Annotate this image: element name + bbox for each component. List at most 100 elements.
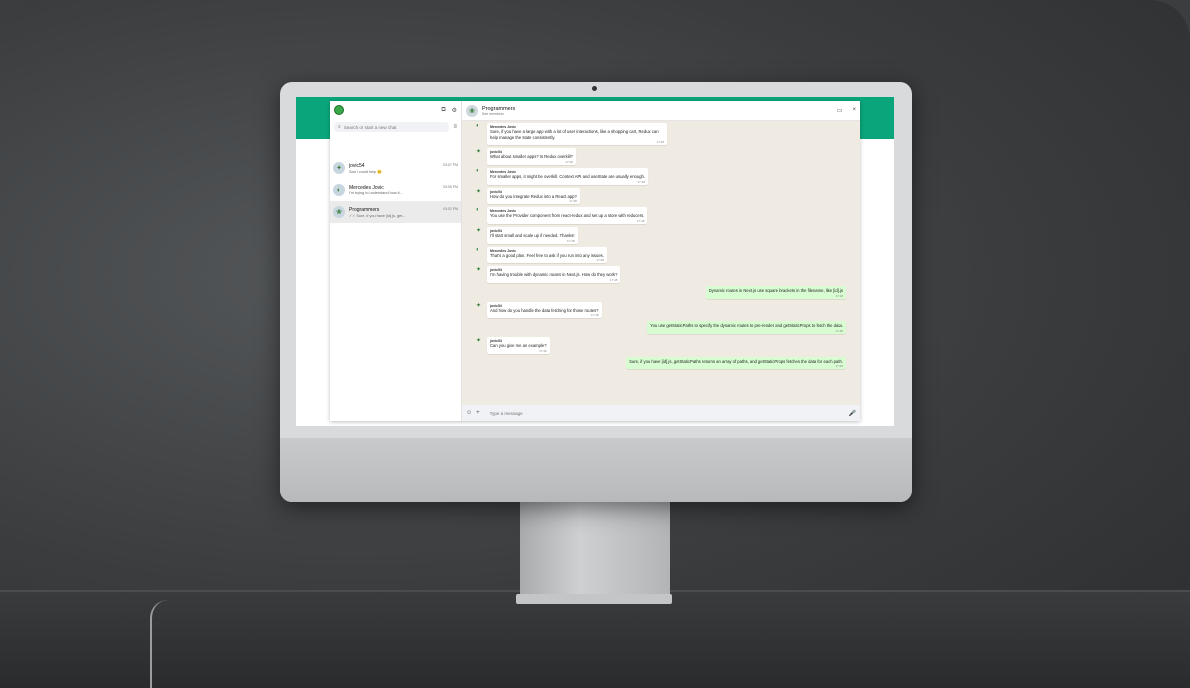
monitor-foot: [516, 594, 672, 604]
message-text: Sure, if you have a large app with a lot…: [490, 129, 659, 140]
shelf: [0, 590, 1190, 688]
screen: ⧉ ⚙ ⌕ ≡ ✦ jovic54 03:07 PM: [296, 97, 894, 426]
sender-avatar-icon[interactable]: ◐: [476, 207, 484, 215]
message-row: ✦ jovic54 How do you integrate Redux into …: [476, 187, 846, 205]
message-text: And how do you handle the data fetching …: [490, 307, 599, 313]
message-row: ✦ jovic54 And how do you handle the data f…: [476, 301, 846, 319]
sender-avatar-icon[interactable]: ✦: [476, 302, 484, 310]
message-time: 17:48: [596, 258, 604, 263]
message-text: Sure, if you have [id].js, getStaticPath…: [629, 358, 843, 364]
menu-icon[interactable]: ⚙: [452, 107, 457, 114]
message-text: For smaller apps, it might be overkill. …: [490, 174, 646, 180]
message-text: Can you give me an example?: [490, 343, 547, 349]
avatar: ◐: [333, 184, 345, 196]
message-time: 17:48: [590, 313, 599, 318]
message-input[interactable]: [483, 408, 845, 418]
emoji-icon[interactable]: ☺: [466, 410, 472, 416]
chat-item-programmers[interactable]: ❀ Programmers 03:02 PM ✓✓ Sure, if you h…: [330, 201, 461, 223]
sender-avatar-icon[interactable]: ✦: [476, 227, 484, 235]
message-row: ◐ Mercedes Jovic For smaller apps, it migh…: [476, 168, 846, 185]
search-row: ⌕ ≡: [330, 119, 461, 135]
message-time: 17:48: [835, 329, 843, 334]
sender-avatar-icon[interactable]: ◐: [476, 168, 484, 176]
message-bubble[interactable]: Mercedes Jovic Sure, if you have a large …: [487, 123, 667, 146]
search-icon: ⌕: [338, 124, 341, 130]
search-input[interactable]: [343, 124, 434, 130]
message-list: ◐ Mercedes Jovic Sure, if you have a large…: [462, 121, 860, 405]
monitor-stand: [520, 502, 670, 594]
microphone-icon[interactable]: 🎤: [849, 410, 856, 417]
message-row: ✦ jovic54 Can you give me an example? 17:48: [476, 337, 846, 354]
conversation-panel: ❀ Programmers See members ▭ × ◐ Mercedes …: [462, 101, 860, 421]
message-time: 17:48: [637, 179, 646, 184]
chat-time: 03:05 PM: [443, 185, 458, 189]
message-bubble[interactable]: jovic54 What about smaller apps? Is Redux…: [487, 148, 576, 166]
message-time: 17:48: [609, 278, 618, 283]
chat-preview: Sad I could help 😊: [349, 169, 383, 174]
message-time: 17:48: [569, 199, 577, 204]
message-time: 17:48: [565, 160, 573, 165]
filter-icon[interactable]: ≡: [453, 124, 457, 130]
sender-avatar-icon[interactable]: ✦: [476, 188, 484, 196]
message-text: You use getStaticPaths to specify the dy…: [650, 323, 843, 329]
message-row: ◐ Mercedes Jovic You use the Provider comp…: [476, 207, 846, 225]
chat-time: 03:07 PM: [443, 162, 458, 167]
sidebar: ⧉ ⚙ ⌕ ≡ ✦ jovic54 03:07 PM: [330, 101, 462, 421]
chat-preview: I'm trying to understand how it...: [349, 191, 403, 195]
sidebar-header: ⧉ ⚙: [330, 101, 461, 119]
message-time: 17:48: [539, 348, 547, 353]
avatar: ❀: [333, 206, 345, 218]
chat-app-window: ⧉ ⚙ ⌕ ≡ ✦ jovic54 03:07 PM: [330, 101, 860, 421]
conversation-header[interactable]: ❀ Programmers See members ▭ ×: [462, 101, 860, 121]
sender-avatar-icon[interactable]: ✦: [476, 266, 484, 274]
message-bubble[interactable]: You use getStaticPaths to specify the dy…: [647, 321, 846, 335]
message-bubble[interactable]: Mercedes Jovic For smaller apps, it might…: [487, 168, 649, 185]
message-bubble[interactable]: jovic54 I'm having trouble with dynamic r…: [487, 266, 621, 284]
message-text: What about smaller apps? Is Redux overki…: [490, 154, 573, 160]
chat-item-mercedes-jovic[interactable]: ◐ Mercedes Jovic 03:05 PM I'm trying to …: [330, 179, 461, 201]
message-text: How do you integrate Redux into a React …: [490, 193, 577, 199]
sender-avatar-icon[interactable]: ✦: [476, 337, 484, 345]
sender-avatar-icon[interactable]: ✦: [476, 148, 484, 156]
message-text: Dynamic routes in Next.js use square bra…: [708, 288, 843, 294]
message-bubble[interactable]: Dynamic routes in Next.js use square bra…: [705, 286, 846, 299]
video-call-icon[interactable]: ▭: [837, 107, 843, 114]
message-bubble[interactable]: jovic54 How do you integrate Redux into a…: [487, 187, 580, 205]
message-bubble[interactable]: Mercedes Jovic You use the Provider compo…: [487, 207, 648, 225]
message-bubble[interactable]: jovic54 Can you give me an example? 17:48: [487, 337, 550, 354]
conversation-subtitle: See members: [482, 111, 504, 116]
attach-icon[interactable]: +: [476, 410, 480, 416]
avatar: ✦: [333, 162, 345, 174]
message-time: 17:48: [656, 140, 664, 145]
message-row: You use getStaticPaths to specify the dy…: [476, 321, 846, 335]
sender-avatar-icon[interactable]: ◐: [476, 247, 484, 255]
message-row: ◐ Mercedes Jovic That's a good plan. Feel …: [476, 246, 846, 264]
chat-time: 03:02 PM: [443, 206, 458, 211]
chat-name: Programmers: [349, 206, 380, 213]
sender-avatar-icon[interactable]: ◐: [476, 123, 484, 131]
conversation-title: Programmers: [482, 105, 516, 112]
chat-name: jovic54: [349, 162, 365, 169]
message-bubble[interactable]: Mercedes Jovic That's a good plan. Feel f…: [487, 246, 607, 264]
my-avatar[interactable]: [334, 105, 344, 115]
message-time: 17:48: [835, 364, 843, 369]
monitor-chin: [280, 438, 912, 502]
composer: ☺ + 🎤: [462, 405, 860, 421]
message-bubble[interactable]: Sure, if you have [id].js, getStaticPath…: [626, 356, 846, 370]
message-row: ✦ jovic54 I'll start small and scale up if…: [476, 227, 846, 244]
message-time: 17:48: [636, 219, 645, 224]
chat-preview: ✓✓ Sure, if you have [id].js, get...: [349, 213, 406, 218]
message-bubble[interactable]: jovic54 I'll start small and scale up if …: [487, 227, 578, 244]
power-cable: [150, 600, 168, 688]
group-avatar[interactable]: ❀: [466, 104, 478, 117]
close-icon[interactable]: ×: [852, 107, 856, 114]
message-bubble[interactable]: jovic54 And how do you handle the data fe…: [487, 301, 602, 319]
message-row: Dynamic routes in Next.js use square bra…: [476, 286, 846, 299]
chat-list: ✦ jovic54 03:07 PM Sad I could help 😊 ◐ …: [330, 157, 461, 223]
message-row: ✦ jovic54 I'm having trouble with dynamic …: [476, 266, 846, 284]
new-chat-icon[interactable]: ⧉: [441, 107, 445, 114]
message-row: ✦ jovic54 What about smaller apps? Is Redu…: [476, 148, 846, 166]
message-time: 17:48: [567, 238, 575, 243]
chat-item-jovic54[interactable]: ✦ jovic54 03:07 PM Sad I could help 😊: [330, 157, 461, 179]
search-box[interactable]: ⌕: [334, 122, 450, 132]
